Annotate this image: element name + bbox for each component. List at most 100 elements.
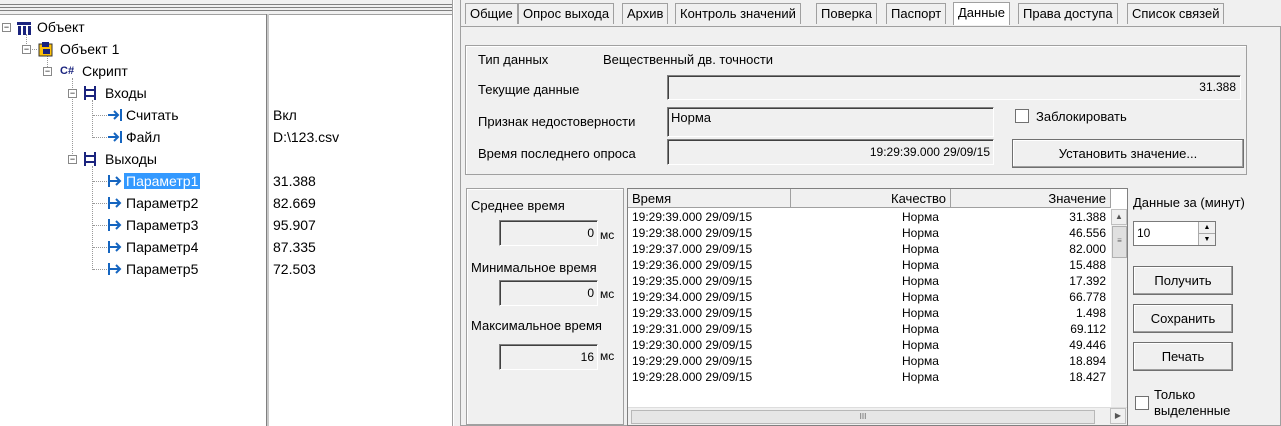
table-row[interactable]: 19:29:29.000 29/09/15 Норма 18.894 (628, 353, 1112, 369)
object-root-icon (16, 20, 32, 36)
table-row[interactable]: 19:29:33.000 29/09/15 Норма 1.498 (628, 305, 1112, 321)
cell-value: 1.498 (1075, 306, 1106, 320)
object-icon (38, 41, 54, 57)
collapse-toggle-inputs[interactable]: − (68, 89, 77, 98)
data-type-label: Тип данных (478, 52, 549, 67)
tab-archive[interactable]: Архив (622, 3, 669, 24)
tab-output-poll[interactable]: Опрос выхода (518, 3, 615, 24)
tree-column-divider[interactable] (266, 14, 269, 426)
print-button[interactable]: Печать (1133, 342, 1233, 371)
table-row[interactable]: 19:29:28.000 29/09/15 Норма 18.427 (628, 369, 1112, 385)
tree-item-value: 82.669 (273, 195, 316, 211)
collapse-toggle-outputs[interactable]: − (68, 155, 77, 164)
tab-general[interactable]: Общие (465, 3, 518, 24)
current-data-field: 31.388 (667, 75, 1241, 100)
period-spinner[interactable]: 10 ▲ ▼ (1133, 221, 1216, 246)
avg-time-field: 0 (499, 220, 598, 246)
table-row[interactable]: 19:29:31.000 29/09/15 Норма 69.112 (628, 321, 1112, 337)
tree-item-output[interactable]: Параметр2 (126, 193, 198, 213)
tab-value-control[interactable]: Контроль значений (675, 3, 801, 24)
cell-value: 49.446 (1069, 338, 1106, 352)
data-type-value: Вещественный дв. точности (603, 52, 774, 67)
max-time-field: 16 (499, 344, 598, 370)
lock-checkbox[interactable] (1015, 109, 1029, 123)
cell-time: 19:29:36.000 29/09/15 (632, 258, 753, 272)
current-data-label: Текущие данные (478, 82, 580, 97)
tree-item-value: 72.503 (273, 261, 316, 277)
tree-item-output[interactable]: Параметр4 (126, 237, 198, 257)
avg-time-label: Среднее время (471, 198, 565, 213)
tree-item-outputs[interactable]: Выходы (105, 149, 157, 169)
history-table[interactable]: Время Качество Значение 19:29:39.000 29/… (627, 188, 1128, 426)
only-selected-checkbox[interactable] (1135, 396, 1149, 410)
collapse-toggle-script[interactable]: − (43, 67, 52, 76)
tree-item-value: 31.388 (273, 173, 316, 189)
tree-item-input[interactable]: Файл (126, 127, 160, 147)
output-arrow-icon (107, 239, 123, 255)
cell-quality: Норма (902, 226, 939, 240)
cell-value: 17.392 (1069, 274, 1106, 288)
tree-item-value: Вкл (273, 107, 297, 123)
cell-value: 46.556 (1069, 226, 1106, 240)
tree-item-root[interactable]: Объект (37, 17, 85, 37)
scroll-right-icon[interactable]: ▶ (1110, 408, 1126, 424)
tab-data[interactable]: Данные (953, 2, 1010, 25)
tab-link-list[interactable]: Список связей (1127, 3, 1225, 24)
input-arrow-icon (107, 107, 123, 123)
tree-item-output-selected[interactable]: Параметр1 (124, 171, 201, 191)
table-row[interactable]: 19:29:37.000 29/09/15 Норма 82.000 (628, 241, 1112, 257)
tree-item-input[interactable]: Считать (126, 105, 179, 125)
tree-item-inputs[interactable]: Входы (105, 83, 147, 103)
tab-access-rights[interactable]: Права доступа (1018, 3, 1118, 24)
cell-quality: Норма (902, 306, 939, 320)
tab-passport[interactable]: Паспорт (886, 3, 947, 24)
tree-item-script[interactable]: Скрипт (82, 61, 128, 81)
table-row[interactable]: 19:29:39.000 29/09/15 Норма 31.388 (628, 209, 1112, 225)
min-time-label: Минимальное время (471, 260, 597, 275)
scroll-up-icon[interactable]: ▲ (1111, 209, 1127, 225)
tree-item-output[interactable]: Параметр5 (126, 259, 198, 279)
tree-item-label: Параметр1 (124, 173, 201, 189)
column-header-time[interactable]: Время (628, 189, 791, 208)
min-time-unit: мс (600, 287, 615, 301)
tree-item-output[interactable]: Параметр3 (126, 215, 198, 235)
tab-verification[interactable]: Поверка (816, 3, 877, 24)
column-header-value[interactable]: Значение (951, 189, 1111, 208)
scroll-thumb[interactable]: ≡ (1112, 226, 1127, 258)
period-input[interactable]: 10 (1137, 226, 1150, 240)
tree-item-object1[interactable]: Объект 1 (60, 39, 119, 59)
get-button[interactable]: Получить (1133, 266, 1233, 295)
table-row[interactable]: 19:29:38.000 29/09/15 Норма 46.556 (628, 225, 1112, 241)
output-arrow-icon (107, 173, 123, 189)
output-arrow-icon (107, 217, 123, 233)
vertical-scrollbar[interactable]: ▲ ≡ (1111, 209, 1127, 407)
cell-time: 19:29:35.000 29/09/15 (632, 274, 753, 288)
avg-time-unit: мс (600, 228, 615, 242)
table-row[interactable]: 19:29:36.000 29/09/15 Норма 15.488 (628, 257, 1112, 273)
cell-quality: Норма (902, 242, 939, 256)
cell-quality: Норма (902, 210, 939, 224)
min-time-field: 0 (499, 280, 598, 306)
horizontal-scrollbar[interactable]: III ▶ (628, 407, 1127, 425)
ladder-icon (82, 85, 98, 101)
table-row[interactable]: 19:29:34.000 29/09/15 Норма 66.778 (628, 289, 1112, 305)
only-selected-label-line2: выделенные (1154, 403, 1231, 418)
collapse-toggle-root[interactable]: − (2, 23, 11, 32)
spin-up-icon[interactable]: ▲ (1198, 222, 1215, 234)
cell-quality: Норма (902, 274, 939, 288)
output-arrow-icon (107, 195, 123, 211)
table-row[interactable]: 19:29:35.000 29/09/15 Норма 17.392 (628, 273, 1112, 289)
column-header-quality[interactable]: Качество (791, 189, 951, 208)
hscroll-thumb[interactable]: III (631, 410, 1095, 424)
cell-quality: Норма (902, 338, 939, 352)
collapse-toggle-object1[interactable]: − (22, 45, 31, 54)
spin-down-icon[interactable]: ▼ (1198, 234, 1215, 245)
save-button[interactable]: Сохранить (1133, 304, 1233, 333)
set-value-button[interactable]: Установить значение... (1012, 139, 1244, 168)
validity-field: Норма (667, 107, 994, 137)
lock-label: Заблокировать (1036, 109, 1127, 124)
tree-item-value: D:\123.csv (273, 129, 340, 145)
table-row[interactable]: 19:29:30.000 29/09/15 Норма 49.446 (628, 337, 1112, 353)
period-label: Данные за (минут) (1133, 195, 1245, 210)
tree-header-splitter[interactable] (0, 0, 452, 15)
